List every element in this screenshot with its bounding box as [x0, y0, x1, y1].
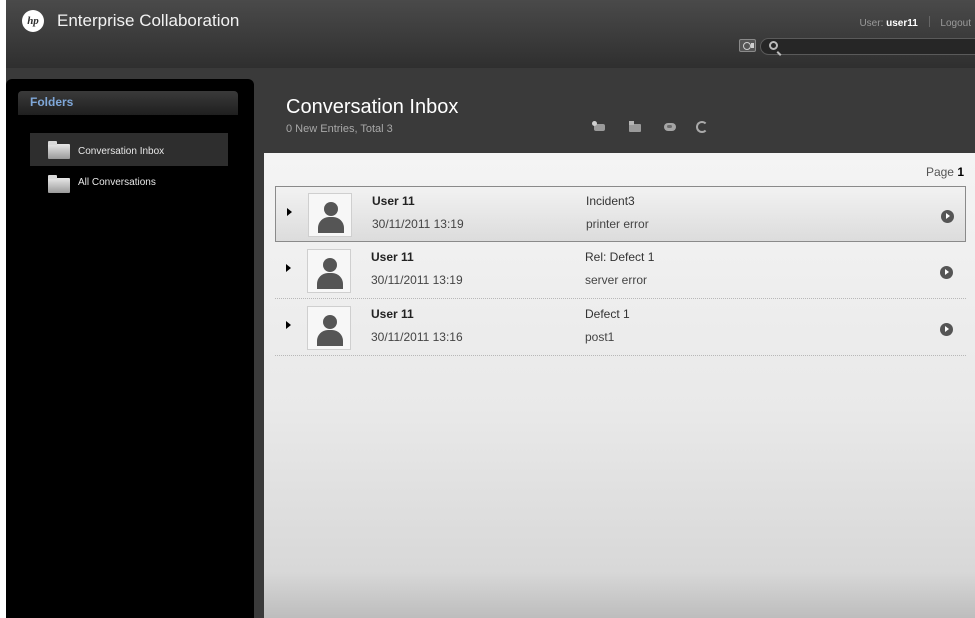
user-area: User: user11 Logout	[859, 16, 971, 29]
conversation-row[interactable]: User 11 30/11/2011 13:19 Incident3 print…	[275, 186, 966, 242]
username-label: user11	[886, 18, 918, 29]
search-icon[interactable]	[769, 41, 778, 50]
new-conversation-icon[interactable]	[592, 121, 606, 132]
sidebar-item-all-conversations[interactable]: All Conversations	[30, 167, 228, 200]
conversation-subject[interactable]: Incident3	[586, 194, 635, 208]
conversation-author: User 11	[371, 307, 414, 321]
app-window: hp Enterprise Collaboration User: user11…	[6, 0, 975, 618]
conversation-preview: server error	[585, 273, 648, 287]
sidebar-item-label: Conversation Inbox	[78, 146, 165, 157]
refresh-icon[interactable]	[695, 121, 709, 133]
search-input[interactable]	[783, 40, 968, 53]
search-box[interactable]	[760, 38, 975, 55]
move-icon[interactable]	[628, 121, 642, 132]
conversation-row[interactable]: User 11 30/11/2011 13:16 Defect 1 post1	[275, 300, 966, 356]
hp-logo: hp	[22, 10, 44, 32]
open-conversation-icon[interactable]	[940, 323, 953, 336]
page-label: Page	[925, 165, 954, 179]
page-number[interactable]: 1	[957, 165, 964, 179]
conversation-author: User 11	[371, 250, 414, 264]
inbox-summary: 0 New Entries, Total 3	[286, 123, 393, 135]
conversation-subject[interactable]: Rel: Defect 1	[585, 250, 654, 264]
open-conversation-icon[interactable]	[940, 266, 953, 279]
sidebar-item-conversation-inbox[interactable]: Conversation Inbox	[30, 133, 228, 166]
page-title: Conversation Inbox	[286, 96, 459, 118]
conversation-date: 30/11/2011 13:16	[371, 330, 463, 344]
avatar	[307, 306, 351, 350]
tag-icon[interactable]	[663, 121, 677, 132]
conversation-date: 30/11/2011 13:19	[372, 217, 464, 231]
sidebar: Folders Conversation Inbox All Conversat…	[6, 79, 254, 618]
avatar	[307, 249, 351, 293]
app-title: Enterprise Collaboration	[57, 11, 240, 30]
conversation-author: User 11	[372, 194, 415, 208]
logout-link[interactable]: Logout	[940, 18, 971, 29]
expand-arrow-icon[interactable]	[287, 208, 292, 216]
avatar	[308, 193, 352, 237]
divider	[928, 16, 930, 27]
expand-arrow-icon[interactable]	[286, 321, 291, 329]
conversation-row[interactable]: User 11 30/11/2011 13:19 Rel: Defect 1 s…	[275, 243, 966, 299]
conversation-preview: printer error	[586, 217, 649, 231]
conversation-date: 30/11/2011 13:19	[371, 273, 463, 287]
conversation-list-panel: Page 1 User 11 30/11/2011 13:19 Incident…	[264, 153, 975, 618]
expand-arrow-icon[interactable]	[286, 264, 291, 272]
user-prefix-label: User:	[859, 18, 884, 29]
inbox-header: Conversation Inbox 0 New Entries, Total …	[262, 79, 975, 153]
photo-icon[interactable]	[739, 39, 756, 52]
folders-header: Folders	[18, 91, 238, 115]
pagination: Page 1	[926, 165, 964, 179]
conversation-preview: post1	[585, 330, 615, 344]
folders-title: Folders	[30, 95, 74, 109]
conversation-subject[interactable]: Defect 1	[585, 307, 630, 321]
top-header: hp Enterprise Collaboration User: user11…	[6, 0, 975, 68]
folder-icon	[48, 141, 70, 159]
sidebar-item-label: All Conversations	[78, 177, 156, 188]
folder-icon	[48, 175, 70, 193]
open-conversation-icon[interactable]	[941, 210, 954, 223]
